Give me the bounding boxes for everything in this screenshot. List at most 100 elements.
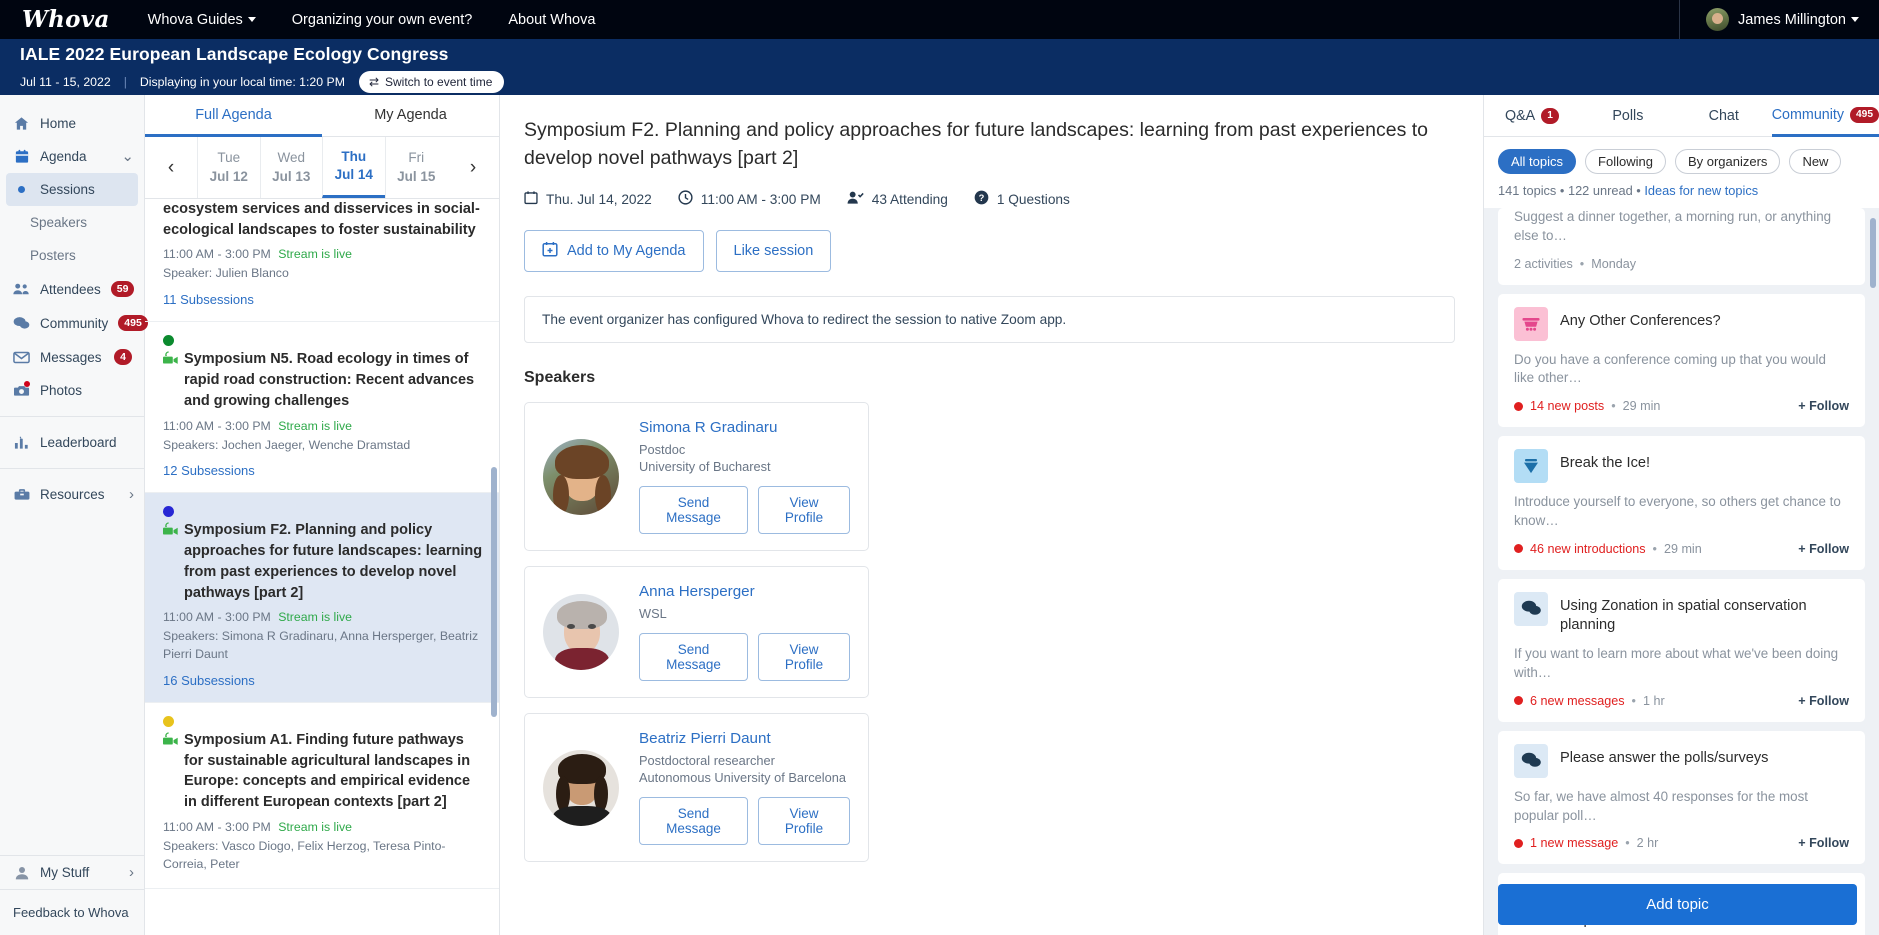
sidebar-item-leaderboard[interactable]: Leaderboard (0, 426, 144, 459)
follow-button[interactable]: + Follow (1798, 399, 1849, 413)
topic-time: 29 min (1622, 399, 1661, 414)
sidebar-divider (0, 416, 144, 417)
sidebar-item-messages[interactable]: Messages 4 (0, 340, 144, 374)
sidebar-item-community[interactable]: Community 495 (0, 306, 148, 340)
topic-card[interactable]: Using Zonation in spatial conservation p… (1498, 578, 1865, 722)
user-menu[interactable]: James Millington (1679, 0, 1859, 39)
session-list-item-selected[interactable]: Symposium F2. Planning and policy approa… (145, 493, 499, 703)
follow-button[interactable]: + Follow (1798, 836, 1849, 850)
add-to-my-agenda-button[interactable]: Add to My Agenda (524, 230, 704, 273)
nav-whova-guides[interactable]: Whova Guides (148, 12, 256, 28)
filter-all-topics[interactable]: All topics (1498, 149, 1577, 174)
date-date: Jul 12 (209, 168, 248, 184)
tab-my-agenda[interactable]: My Agenda (322, 95, 499, 136)
topic-description: So far, we have almost 40 responses for … (1514, 788, 1808, 823)
date-tab-jul-12[interactable]: Tue Jul 12 (197, 137, 260, 198)
speaker-card: Beatriz Pierri Daunt Postdoctoral resear… (524, 713, 869, 863)
topic-card-partial[interactable]: Suggest a dinner together, a morning run… (1498, 208, 1865, 285)
date-prev-button[interactable]: ‹ (145, 137, 197, 198)
topic-title: Any Other Conferences? (1560, 312, 1721, 329)
session-live-badge: Stream is live (278, 247, 352, 262)
ideas-for-new-topics-link[interactable]: Ideas for new topics (1644, 183, 1758, 198)
sidebar-item-photos[interactable]: Photos (0, 374, 144, 407)
switch-to-event-time-button[interactable]: ⇄ Switch to event time (358, 71, 505, 93)
sidebar-item-resources[interactable]: Resources › (0, 478, 144, 511)
date-tab-jul-14[interactable]: Thu Jul 14 (322, 137, 385, 198)
topic-filter-pills: All topics Following By organizers New (1484, 137, 1879, 174)
session-time-text: 11:00 AM - 3:00 PM (163, 819, 271, 834)
speakers-heading: Speakers (524, 369, 596, 387)
event-header: IALE 2022 European Landscape Ecology Con… (0, 39, 1879, 95)
agenda-list-panel: Full Agenda My Agenda ‹ Tue Jul 12 Wed J… (145, 95, 500, 935)
tab-qa-label: Q&A (1505, 108, 1536, 124)
session-list-item[interactable]: Symposium A1. Finding future pathways fo… (145, 703, 499, 889)
topic-list[interactable]: Suggest a dinner together, a morning run… (1484, 208, 1879, 935)
speaker-name-link[interactable]: Simona R Gradinaru (639, 419, 850, 436)
speaker-organization: University of Bucharest (639, 459, 771, 475)
session-subsessions-link[interactable]: 11 Subsessions (163, 292, 483, 307)
session-title-text: Symposium A1. Finding future pathways fo… (184, 731, 471, 811)
date-day: Tue (217, 150, 241, 166)
topic-list-scrollbar[interactable] (1870, 218, 1876, 288)
send-message-button[interactable]: Send Message (639, 486, 749, 535)
calendar-icon (13, 149, 30, 164)
sidebar-item-label: Photos (40, 383, 83, 398)
tab-chat[interactable]: Chat (1676, 95, 1772, 136)
cart-icon (1514, 306, 1548, 341)
date-next-button[interactable]: › (447, 137, 499, 198)
send-message-button[interactable]: Send Message (639, 633, 749, 682)
bullet-dot-icon (13, 186, 30, 193)
chevron-down-icon (247, 17, 256, 23)
agenda-scrollbar[interactable] (491, 467, 497, 717)
video-camera-icon (163, 732, 179, 813)
speaker-card: Simona R Gradinaru Postdoc University of… (524, 402, 869, 552)
view-profile-button[interactable]: View Profile (758, 797, 850, 846)
sidebar-item-posters[interactable]: Posters (0, 239, 144, 272)
send-message-button[interactable]: Send Message (639, 797, 749, 846)
sidebar-item-attendees[interactable]: Attendees 59 (0, 272, 144, 306)
session-list[interactable]: ecosystem services and disservices in so… (145, 199, 499, 935)
tab-qa[interactable]: Q&A 1 (1484, 95, 1580, 136)
filter-following[interactable]: Following (1585, 149, 1666, 174)
speaker-name-link[interactable]: Anna Hersperger (639, 583, 850, 600)
topic-card[interactable]: Any Other Conferences? Do you have a con… (1498, 293, 1865, 428)
follow-button[interactable]: + Follow (1798, 542, 1849, 556)
sidebar-badge-messages: 4 (114, 349, 132, 365)
topic-new-count: 46 new introductions (1530, 541, 1646, 556)
tab-community[interactable]: Community 495 (1771, 95, 1879, 137)
whova-logo[interactable]: Whova (22, 6, 110, 33)
footer-sep: • (1631, 693, 1636, 708)
left-sidebar: Home Agenda ⌄ Sessions Speakers Posters (0, 95, 148, 935)
date-tab-jul-15[interactable]: Fri Jul 15 (384, 137, 448, 198)
feedback-to-whova-link[interactable]: Feedback to Whova (0, 889, 144, 935)
topic-card[interactable]: Please answer the polls/surveys So far, … (1498, 730, 1865, 865)
topic-footer: 1 new message • 2 hr + Follow (1514, 836, 1849, 850)
follow-button[interactable]: + Follow (1798, 694, 1849, 708)
view-profile-button[interactable]: View Profile (758, 633, 850, 682)
tab-full-agenda[interactable]: Full Agenda (145, 95, 322, 137)
sidebar-item-my-stuff[interactable]: My Stuff › (0, 856, 144, 889)
top-navigation-bar: Whova Whova Guides Organizing your own e… (0, 0, 1879, 39)
session-subsessions-link[interactable]: 12 Subsessions (163, 463, 483, 478)
like-session-button[interactable]: Like session (715, 230, 832, 273)
speaker-name-link[interactable]: Beatriz Pierri Daunt (639, 730, 850, 747)
filter-by-organizers[interactable]: By organizers (1674, 149, 1781, 174)
session-subsessions-link[interactable]: 16 Subsessions (163, 673, 483, 688)
session-list-item[interactable]: ecosystem services and disservices in so… (145, 199, 499, 323)
nav-about-whova[interactable]: About Whova (508, 12, 595, 28)
tab-polls[interactable]: Polls (1580, 95, 1676, 136)
topic-card[interactable]: Break the Ice! Introduce yourself to eve… (1498, 436, 1865, 570)
sidebar-item-home[interactable]: Home (0, 107, 144, 140)
add-topic-button[interactable]: Add topic (1498, 884, 1857, 925)
sidebar-item-sessions[interactable]: Sessions (6, 173, 138, 206)
right-panel: Q&A 1 Polls Chat Community 495 All topic… (1483, 95, 1879, 935)
sidebar-item-agenda[interactable]: Agenda ⌄ (0, 140, 144, 173)
date-date: Jul 13 (272, 168, 311, 184)
footer-sep: • (1611, 399, 1616, 414)
session-list-item[interactable]: Symposium N5. Road ecology in times of r… (145, 322, 499, 494)
filter-new[interactable]: New (1789, 149, 1842, 174)
nav-organizing-your-own-event[interactable]: Organizing your own event? (292, 12, 473, 28)
sidebar-item-speakers[interactable]: Speakers (0, 206, 144, 239)
date-tab-jul-13[interactable]: Wed Jul 13 (259, 137, 323, 198)
view-profile-button[interactable]: View Profile (758, 486, 850, 535)
